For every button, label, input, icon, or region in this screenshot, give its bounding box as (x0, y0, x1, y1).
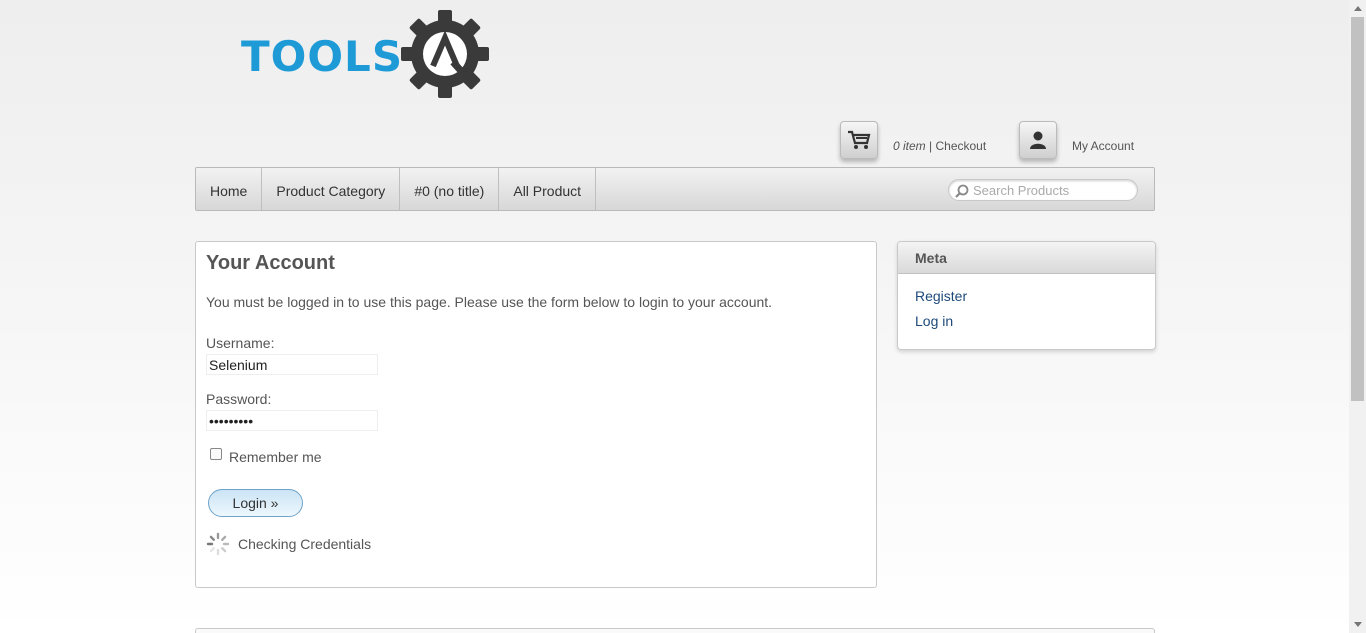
nav-item-home[interactable]: Home (196, 168, 263, 210)
remember-me-label: Remember me (229, 449, 322, 465)
login-button[interactable]: Login » (208, 489, 303, 517)
footer-panel (195, 628, 1155, 633)
password-label: Password: (206, 391, 272, 407)
meta-widget: Meta Register Log in (897, 241, 1156, 350)
login-instructions: You must be logged in to use this page. … (206, 294, 773, 310)
scrollbar-thumb[interactable] (1351, 17, 1364, 401)
vertical-scrollbar[interactable] (1349, 0, 1366, 633)
meta-widget-title: Meta (898, 242, 1155, 274)
cart-icon (848, 130, 871, 149)
login-link[interactable]: Log in (898, 313, 1155, 329)
user-icon (1030, 131, 1046, 149)
cart-summary: 0 item | Checkout (893, 139, 986, 153)
search-icon (955, 184, 969, 198)
account-panel: Your Account You must be logged in to us… (195, 241, 877, 588)
gear-logo-icon (401, 10, 489, 98)
register-link[interactable]: Register (898, 288, 1155, 304)
password-field[interactable] (206, 410, 378, 431)
loading-spinner-icon (206, 532, 230, 556)
username-field[interactable] (206, 354, 378, 375)
scroll-down-arrow-icon[interactable] (1349, 616, 1366, 633)
account-button[interactable] (1019, 121, 1057, 159)
main-nav: Home Product Category #0 (no title) All … (195, 167, 1155, 211)
remember-me-checkbox[interactable] (210, 448, 222, 460)
username-label: Username: (206, 335, 275, 351)
login-status-text: Checking Credentials (238, 536, 372, 552)
logo-text: TOOLS (241, 32, 404, 81)
cart-button[interactable] (840, 121, 878, 159)
checkout-link[interactable]: Checkout (935, 139, 986, 153)
cart-separator: | (925, 139, 936, 153)
my-account-link[interactable]: My Account (1072, 139, 1134, 153)
site-logo[interactable]: TOOLS (241, 10, 491, 100)
search-input[interactable] (973, 181, 1133, 199)
search-box (948, 179, 1138, 201)
nav-item-product-category[interactable]: Product Category (262, 168, 401, 210)
cart-count: 0 item (893, 139, 926, 153)
nav-item-no-title[interactable]: #0 (no title) (400, 168, 500, 210)
scroll-up-arrow-icon[interactable] (1349, 0, 1366, 17)
nav-item-all-product[interactable]: All Product (499, 168, 597, 210)
page-title: Your Account (206, 252, 335, 274)
page: TOOLS 0 item | Checkout My Account Home … (0, 0, 1349, 633)
